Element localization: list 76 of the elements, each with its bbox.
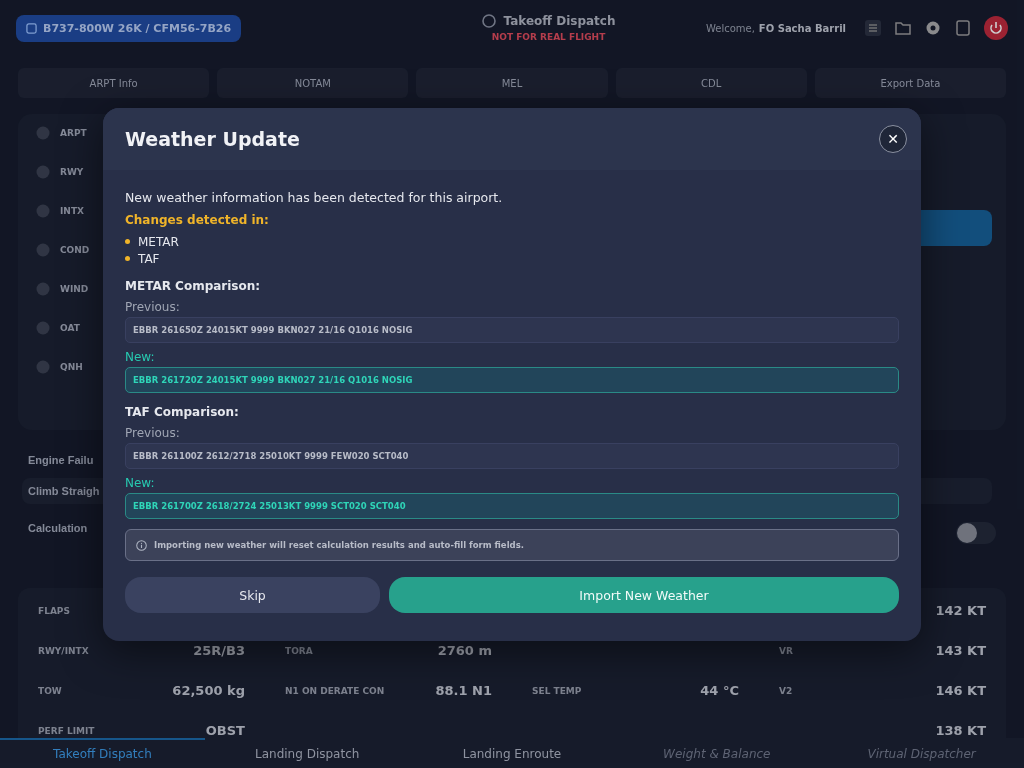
section-title: Calculation [28,522,88,534]
bottom-tab[interactable]: Landing Dispatch [204,738,410,768]
previous-label: Previous: [125,426,181,440]
new-label: New: [125,476,156,490]
result-value: 2760 m [437,643,492,658]
result-value: 44 °C [700,683,739,698]
field-label: RWY [60,167,84,177]
previous-label: Previous: [125,300,181,314]
document-icon[interactable] [954,19,972,37]
import-button[interactable]: Import New Weather [389,577,899,613]
result-value: 62,500 kg [172,683,245,698]
circle-icon [36,282,50,296]
result-value: 138 KT [935,723,986,738]
folder-icon[interactable] [894,19,912,37]
comparison-title: METAR Comparison: [125,279,262,293]
circle-icon [36,360,50,374]
result-value: 143 KT [935,643,986,658]
result-value: 142 KT [935,603,986,618]
bullet-icon [125,256,130,261]
toggle-switch[interactable] [956,522,996,544]
result-label: RWY/INTX [38,645,89,656]
result-label: FLAPS [38,605,70,616]
field-label: QNH [60,362,83,372]
notice-text: Importing new weather will reset calculation results and auto-fill form fields. [154,540,524,550]
result-label: VR [779,645,793,656]
page-title: Takeoff Dispatch [503,14,616,28]
tab[interactable]: Export Data [814,68,1006,98]
field-label: INTX [60,206,84,216]
circle-icon [36,165,50,179]
skip-button[interactable]: Skip [125,577,380,613]
tab[interactable]: NOTAM [217,68,409,98]
result-value: OBST [205,723,245,738]
new-report: EBBR 261720Z 24015KT 9999 BKN027 21/16 Q1016 NOSIG [125,367,899,393]
tab[interactable]: CDL [615,68,807,98]
change-item: TAF [138,251,160,266]
tab[interactable]: MEL [416,68,608,98]
field-label: OAT [60,323,80,333]
tab[interactable]: ARPT Info [18,68,210,98]
dialog-title: Weather Update [125,128,300,150]
bottom-tab[interactable]: Takeoff Dispatch [0,738,205,768]
warning-text: NOT FOR REAL FLIGHT [491,32,606,42]
bullet-icon [125,239,130,244]
field-label: WIND [60,284,89,294]
list-icon[interactable] [864,19,882,37]
close-button[interactable]: ✕ [879,125,907,153]
user-name: FO Sacha Barril [758,22,846,34]
welcome-label: Welcome, [705,22,755,34]
result-label: N1 ON DERATE CON [285,685,385,696]
field-label: ARPT [60,128,87,138]
result-label: SEL TEMP [532,685,582,696]
circle-icon [36,243,50,257]
circle-icon [36,204,50,218]
result-label: PERF LIMIT [38,725,95,736]
new-label: New: [125,350,156,364]
result-label: TORA [285,645,313,656]
circle-icon [36,321,50,335]
power-icon[interactable] [984,16,1008,40]
result-label: V2 [779,685,793,696]
previous-report: EBBR 261100Z 2612/2718 25010KT 9999 FEW020 SCT040 [125,443,899,469]
change-item: METAR [138,234,179,249]
circle-icon [36,126,50,140]
result-value: 146 KT [935,683,986,698]
new-report: EBBR 261700Z 2618/2724 25013KT 9999 SCT020 SCT040 [125,493,899,519]
bottom-tab[interactable]: Landing Enroute [409,738,615,768]
previous-report: EBBR 261650Z 24015KT 9999 BKN027 21/16 Q1016 NOSIG [125,317,899,343]
section-title: Engine Failu [28,454,94,466]
settings-icon[interactable] [924,19,942,37]
aircraft-badge[interactable]: B737-800W 26K / CFM56-7B26 [16,14,242,42]
dialog-message: New weather information has been detected for this airport. [125,190,504,205]
result-value: 88.1 N1 [435,683,492,698]
result-value: 25R/B3 [193,643,245,658]
field-label: COND [60,245,90,255]
info-icon [136,539,147,551]
changes-heading: Changes detected in: [125,213,270,227]
result-label: TOW [38,685,62,696]
comparison-title: TAF Comparison: [125,405,240,419]
